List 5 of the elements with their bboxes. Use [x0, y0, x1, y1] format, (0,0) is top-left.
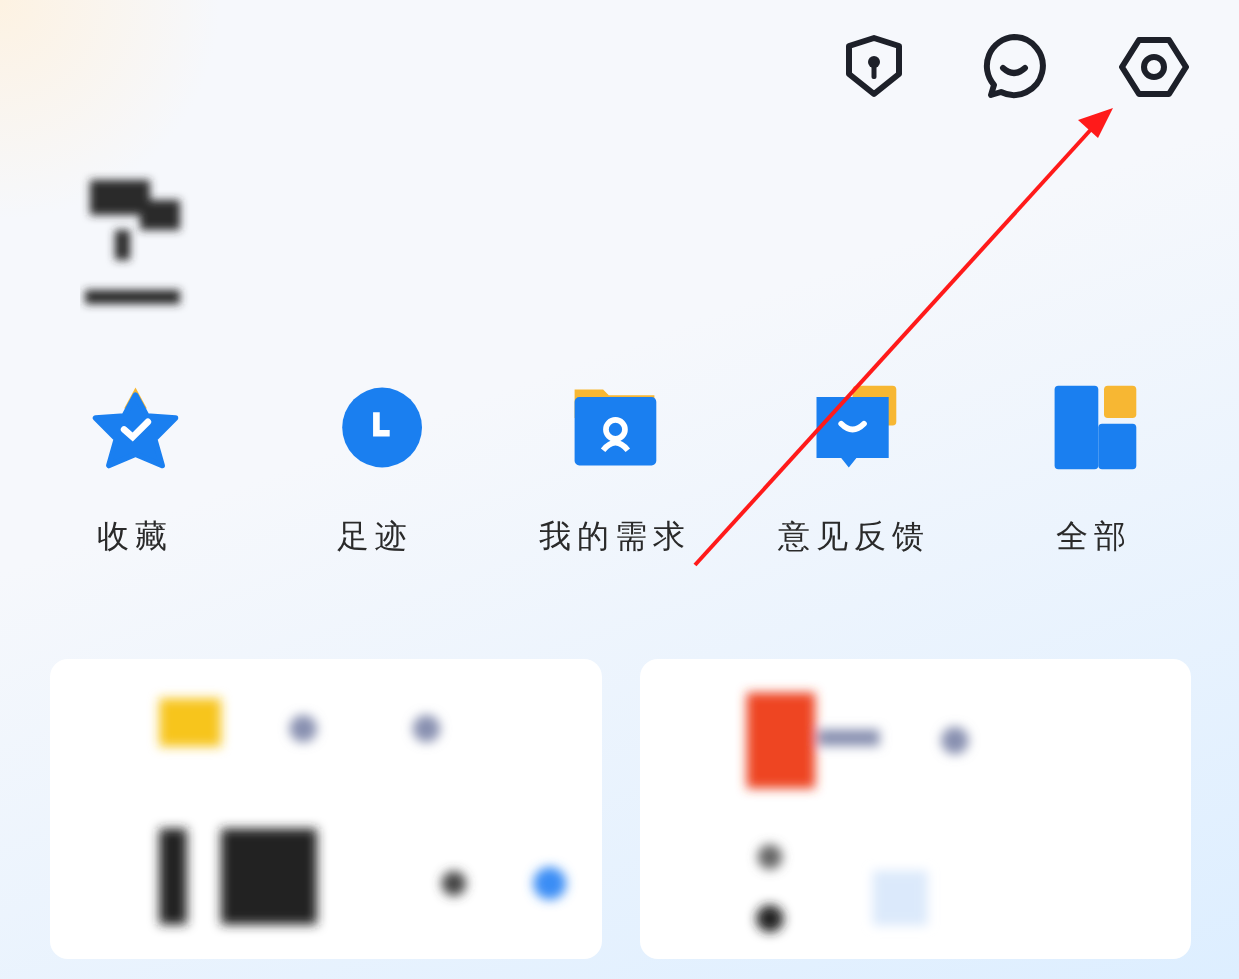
shortcut-label[interactable]: 我的需求	[538, 515, 691, 559]
shortcut-label[interactable]: 收藏	[97, 515, 173, 559]
shortcut-label[interactable]: 意见反馈	[778, 515, 931, 559]
shortcut-label[interactable]: 足迹	[336, 515, 413, 559]
shortcut-label[interactable]: 全部	[1056, 515, 1132, 559]
